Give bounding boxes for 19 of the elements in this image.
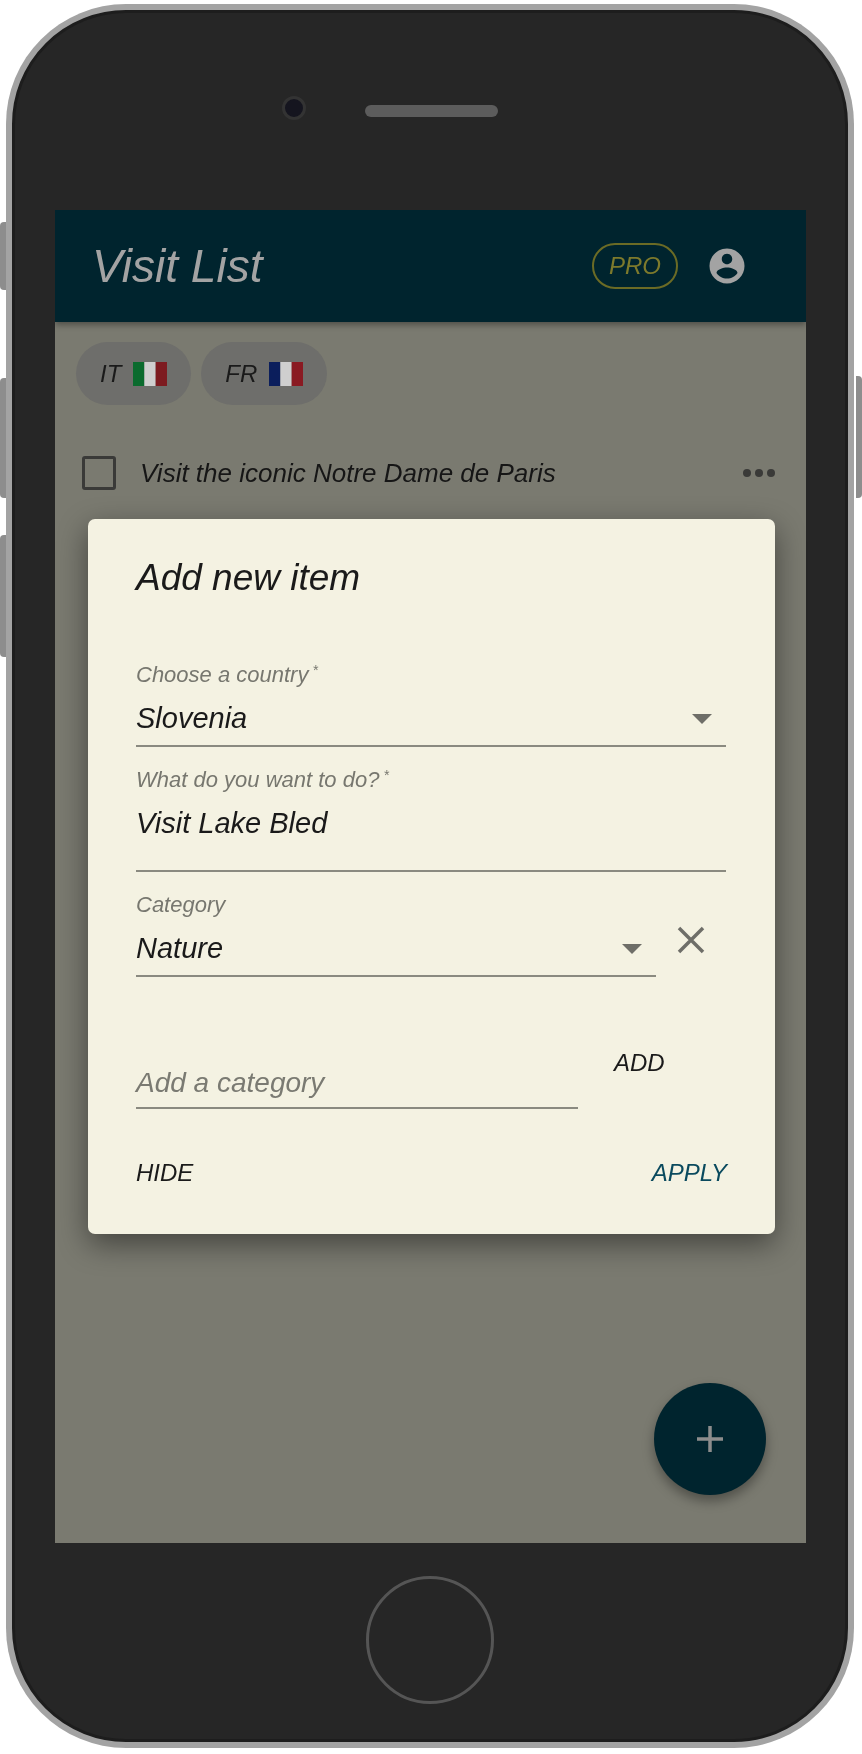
dialog-title: Add new item xyxy=(136,559,362,596)
flag-icon xyxy=(269,361,304,386)
hide-button[interactable]: HIDE xyxy=(126,1151,204,1195)
dropdown-caret-icon xyxy=(692,713,712,724)
dropdown-caret-icon xyxy=(622,943,642,954)
text-field[interactable]: What do you want to do? $^{*}$ Visit Lake Bled xyxy=(136,769,726,872)
select-field[interactable]: Choose a country $^{*}$ Slovenia xyxy=(136,664,726,747)
more-icon[interactable] xyxy=(742,468,776,478)
app-title: Visit List xyxy=(92,243,263,289)
checkbox[interactable] xyxy=(82,456,116,490)
flag-icon xyxy=(133,361,168,386)
item-text: Visit the iconic Notre Dame de Paris xyxy=(140,456,556,490)
add-button[interactable]: ADD xyxy=(606,1041,673,1085)
pro-badge[interactable]: PRO xyxy=(592,243,678,289)
select-field[interactable]: Category Nature xyxy=(136,894,656,977)
plus-icon xyxy=(695,1424,725,1454)
apply-button[interactable]: APPLY xyxy=(641,1151,737,1195)
clear-icon[interactable] xyxy=(676,925,706,955)
category-input[interactable]: Add a category xyxy=(136,1049,578,1109)
